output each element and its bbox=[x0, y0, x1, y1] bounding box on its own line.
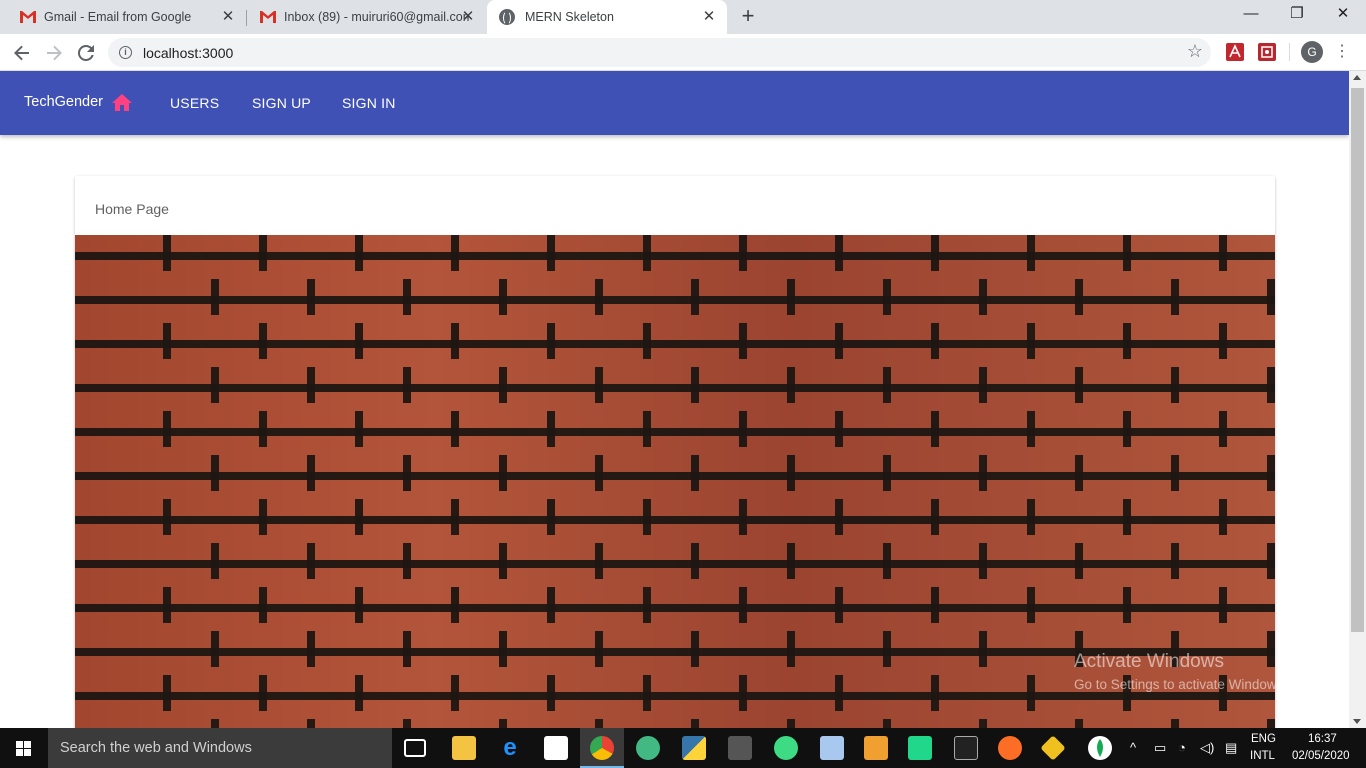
sign-up-link[interactable]: SIGN UP bbox=[252, 95, 311, 111]
battery-icon[interactable]: ▭ bbox=[1154, 740, 1166, 756]
start-button[interactable] bbox=[0, 728, 48, 768]
tab-inbox[interactable]: Inbox (89) - muiruri60@gmail.com ✕ bbox=[240, 0, 486, 34]
volume-icon[interactable]: ◁) bbox=[1200, 740, 1214, 756]
address-bar[interactable]: i localhost:3000 ☆ bbox=[108, 38, 1211, 67]
url-text[interactable]: localhost:3000 bbox=[143, 45, 233, 61]
back-arrow-icon bbox=[14, 45, 29, 61]
users-link[interactable]: USERS bbox=[170, 95, 219, 111]
profile-avatar[interactable]: G bbox=[1301, 41, 1323, 63]
scroll-up-arrow[interactable] bbox=[1353, 75, 1361, 80]
wifi-icon[interactable]: ◔ bbox=[1178, 740, 1186, 755]
edge-browser-icon[interactable]: e bbox=[498, 736, 522, 760]
minimize-button[interactable]: — bbox=[1228, 0, 1274, 30]
toolbar-divider bbox=[1289, 43, 1290, 61]
close-tab-icon[interactable]: ✕ bbox=[701, 9, 717, 25]
pdf-extension-icon[interactable] bbox=[1226, 43, 1244, 61]
postman-icon[interactable] bbox=[998, 736, 1022, 760]
tab-title: MERN Skeleton bbox=[525, 10, 614, 24]
virtualbox-icon[interactable] bbox=[820, 736, 844, 760]
restore-button[interactable]: ❐ bbox=[1274, 0, 1320, 30]
tab-gmail[interactable]: Gmail - Email from Google ✕ bbox=[0, 0, 246, 34]
file-explorer-icon[interactable] bbox=[452, 736, 476, 760]
reload-icon bbox=[77, 44, 94, 61]
tab-title: Gmail - Email from Google bbox=[44, 10, 192, 24]
tab-mern-skeleton[interactable]: MERN Skeleton ✕ bbox=[487, 0, 727, 34]
brand-title: TechGender bbox=[24, 94, 103, 110]
terminal-icon[interactable] bbox=[728, 736, 752, 760]
page-viewport: TechGender USERS SIGN UP SIGN IN Home Pa… bbox=[0, 71, 1366, 728]
home-card: Home Page bbox=[75, 176, 1275, 728]
language-bottom[interactable]: INTL bbox=[1250, 750, 1275, 762]
search-placeholder: Search the web and Windows bbox=[60, 740, 252, 756]
show-hidden-icons-chevron[interactable]: ^ bbox=[1130, 740, 1136, 755]
chrome-icon[interactable] bbox=[590, 736, 614, 760]
back-button[interactable] bbox=[8, 39, 36, 67]
scroll-down-arrow[interactable] bbox=[1353, 719, 1361, 724]
activate-windows-title: Activate Windows bbox=[1074, 651, 1224, 672]
notifications-icon[interactable]: ▤ bbox=[1225, 740, 1237, 756]
browser-tab-strip: Gmail - Email from Google ✕ Inbox (89) -… bbox=[0, 0, 1366, 34]
gmail-icon bbox=[20, 11, 36, 23]
reload-button[interactable] bbox=[72, 39, 100, 67]
task-view-icon[interactable] bbox=[404, 739, 426, 757]
git-icon[interactable] bbox=[1040, 735, 1066, 761]
activate-windows-subtitle: Go to Settings to activate Windows. bbox=[1074, 677, 1288, 692]
app-bar: TechGender USERS SIGN UP SIGN IN bbox=[0, 71, 1349, 135]
home-icon bbox=[112, 94, 132, 111]
vertical-scrollbar[interactable] bbox=[1349, 71, 1366, 728]
taskbar-search-box[interactable]: Search the web and Windows bbox=[48, 728, 392, 768]
language-top[interactable]: ENG bbox=[1251, 733, 1276, 745]
clock-date[interactable]: 02/05/2020 bbox=[1292, 750, 1350, 762]
scroll-thumb[interactable] bbox=[1351, 88, 1364, 632]
media-player-icon[interactable] bbox=[864, 736, 888, 760]
mongodb-icon[interactable] bbox=[1088, 736, 1112, 760]
sign-in-link[interactable]: SIGN IN bbox=[342, 95, 396, 111]
info-icon[interactable]: i bbox=[119, 46, 132, 59]
bookmark-star-icon[interactable]: ☆ bbox=[1187, 41, 1203, 62]
windows-logo-icon bbox=[16, 741, 32, 757]
pycharm-icon[interactable] bbox=[908, 736, 932, 760]
forward-arrow-icon bbox=[47, 45, 62, 61]
python-icon[interactable] bbox=[682, 736, 706, 760]
cmd-icon[interactable] bbox=[954, 736, 978, 760]
browser-menu-icon[interactable]: ⋮ bbox=[1334, 41, 1350, 63]
clock-time[interactable]: 16:37 bbox=[1308, 733, 1337, 745]
home-button[interactable] bbox=[110, 91, 136, 115]
atom-icon[interactable] bbox=[636, 736, 660, 760]
new-tab-button[interactable]: + bbox=[736, 5, 760, 29]
extension-icon[interactable] bbox=[1258, 43, 1276, 61]
card-title: Home Page bbox=[95, 201, 169, 217]
browser-toolbar: i localhost:3000 ☆ G ⋮ bbox=[0, 34, 1366, 71]
close-window-button[interactable]: ✕ bbox=[1320, 0, 1366, 30]
windows-taskbar: Search the web and Windows e ^ ▭ ◔ ◁) ▤ … bbox=[0, 728, 1366, 768]
tab-title: Inbox (89) - muiruri60@gmail.com bbox=[284, 10, 469, 24]
close-tab-icon[interactable]: ✕ bbox=[220, 9, 236, 25]
gmail-icon bbox=[260, 11, 276, 23]
android-studio-icon[interactable] bbox=[774, 736, 798, 760]
close-tab-icon[interactable]: ✕ bbox=[460, 9, 476, 25]
globe-icon bbox=[499, 9, 515, 25]
forward-button[interactable] bbox=[40, 39, 68, 67]
store-icon[interactable] bbox=[544, 736, 568, 760]
